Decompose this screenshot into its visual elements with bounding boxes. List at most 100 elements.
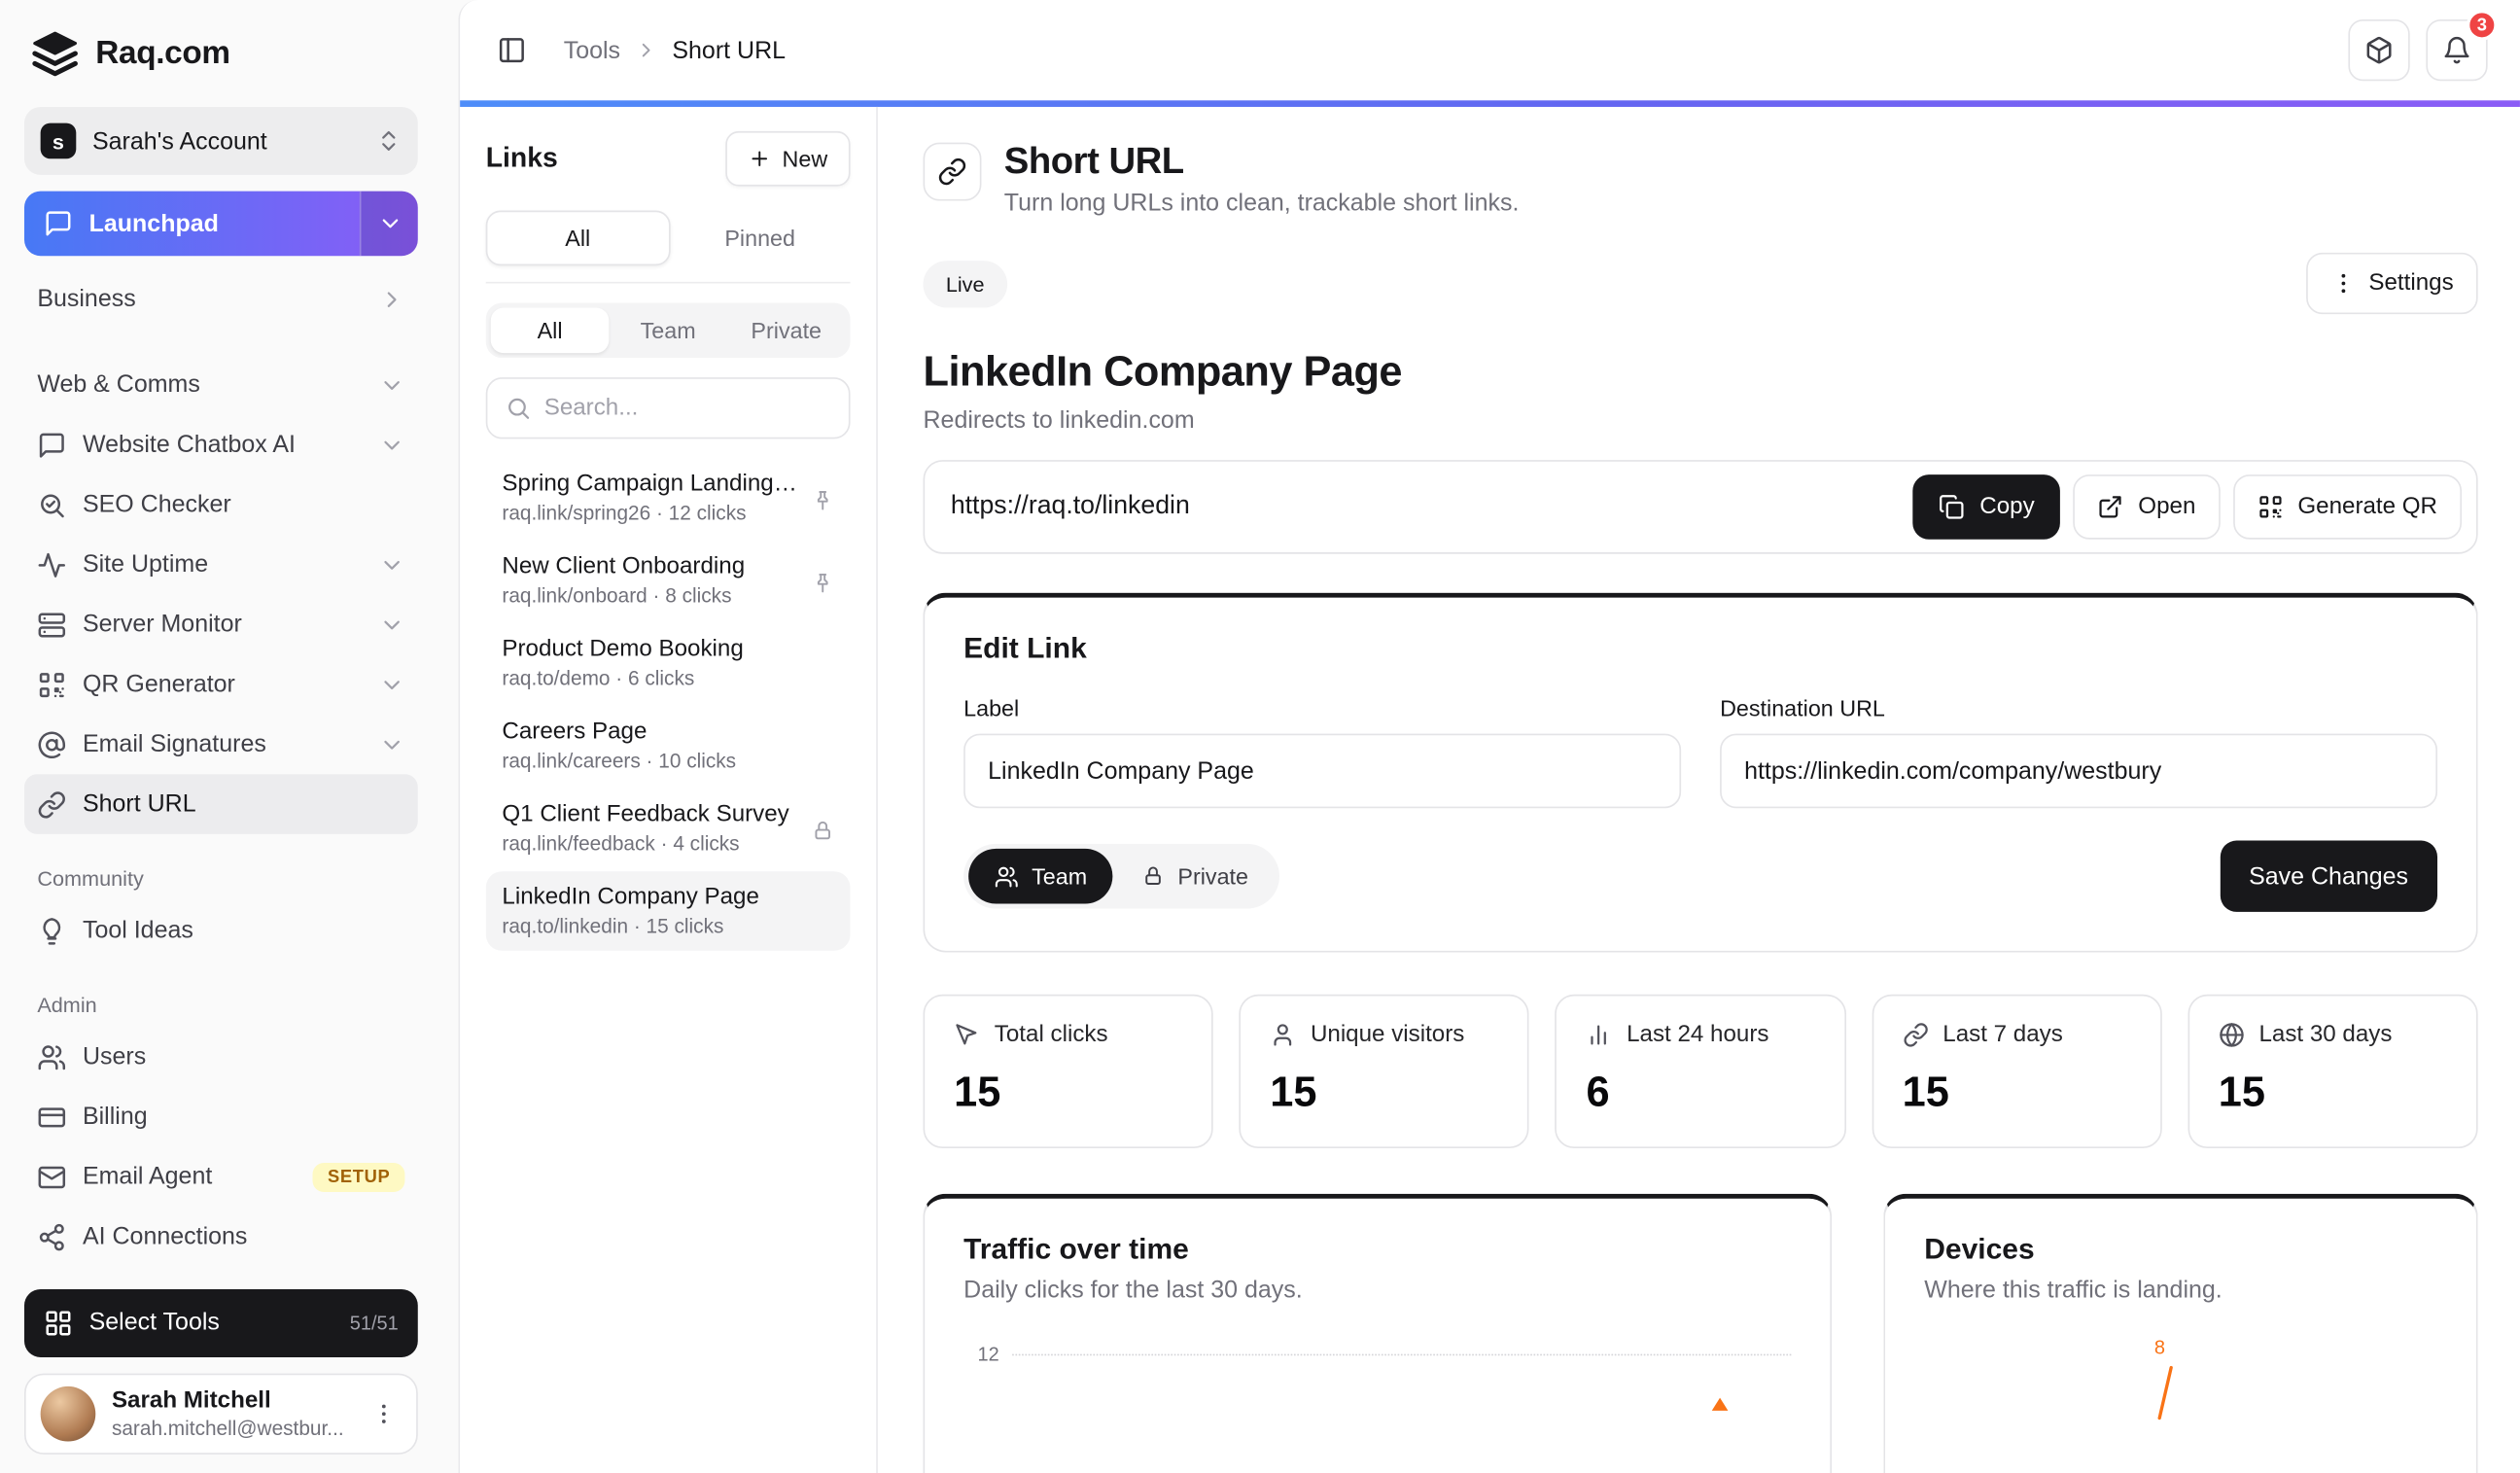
private-label: Private [1177, 863, 1248, 890]
link-meta: raq.to/demo · 6 clicks [502, 667, 833, 689]
links-header: Links New [486, 129, 851, 188]
edit-form-grid: Label Destination URL [963, 695, 2437, 809]
copy-button[interactable]: Copy [1913, 474, 2060, 540]
stat-card-unique-visitors: Unique visitors 15 [1240, 995, 1530, 1148]
select-tools-label: Select Tools [89, 1309, 220, 1336]
external-link-icon [2098, 494, 2124, 520]
visibility-toggle-group: Team Private [963, 844, 1279, 909]
tab-pinned[interactable]: Pinned [670, 211, 851, 266]
list-item[interactable]: New Client Onboarding raq.link/onboard ·… [486, 541, 851, 620]
user-menu-button[interactable] [365, 1393, 403, 1432]
sidebar-item-label: Tool Ideas [83, 917, 193, 944]
edit-link-card: Edit Link Label Destination URL [924, 593, 2478, 953]
copy-label: Copy [1979, 494, 2034, 520]
activity-icon [37, 550, 66, 579]
globe-icon [2219, 1022, 2245, 1048]
sidebar-item-website-chatbox-ai[interactable]: Website Chatbox AI [24, 414, 418, 474]
link-item-main: LinkedIn Company Page raq.to/linkedin · … [502, 885, 833, 938]
sidebar-item-server-monitor[interactable]: Server Monitor [24, 594, 418, 654]
sidebar-item-email-signatures[interactable]: Email Signatures [24, 715, 418, 775]
scope-tab-private[interactable]: Private [727, 308, 846, 354]
business-label: Business [37, 285, 135, 312]
new-link-label: New [783, 146, 828, 172]
stat-head: Last 30 days [2219, 1022, 2447, 1048]
link-title: Product Demo Booking [502, 637, 833, 663]
link-meta: raq.to/linkedin · 15 clicks [502, 915, 833, 937]
user-email: sarah.mitchell@westbur... [112, 1417, 344, 1439]
private-toggle[interactable]: Private [1116, 849, 1275, 904]
launchpad-expand-button[interactable] [360, 192, 418, 257]
list-item[interactable]: Careers Page raq.link/careers · 10 click… [486, 706, 851, 786]
sidebar-item-users[interactable]: Users [24, 1027, 418, 1087]
chevron-down-icon [379, 371, 405, 398]
scope-tab-all[interactable]: All [491, 308, 610, 354]
open-label: Open [2138, 494, 2195, 520]
team-toggle[interactable]: Team [968, 849, 1113, 904]
list-item[interactable]: Q1 Client Feedback Survey raq.link/feedb… [486, 789, 851, 868]
short-url-tool-icon [924, 143, 982, 201]
sidebar-item-billing[interactable]: Billing [24, 1087, 418, 1147]
tool-content: Short URL Turn long URLs into clean, tra… [878, 107, 2520, 1473]
launchpad-label: Launchpad [89, 210, 219, 237]
account-switcher[interactable]: s Sarah's Account [24, 107, 418, 175]
label-field-group: Label [963, 695, 1681, 809]
sidebar-item-qr-generator[interactable]: QR Generator [24, 654, 418, 715]
label-field-label: Label [963, 695, 1681, 721]
sidebar-item-ai-connections[interactable]: AI Connections [24, 1207, 418, 1267]
launchpad-main[interactable]: Launchpad [24, 192, 360, 257]
sidebar-item-label: QR Generator [83, 671, 235, 698]
sidebar-item-site-uptime[interactable]: Site Uptime [24, 535, 418, 595]
breadcrumb: Tools Short URL [564, 36, 786, 63]
generate-qr-button[interactable]: Generate QR [2233, 474, 2462, 540]
link-list: Spring Campaign Landing P... raq.link/sp… [486, 458, 851, 950]
sidebar-item-seo-checker[interactable]: SEO Checker [24, 474, 418, 535]
settings-label: Settings [2368, 270, 2453, 297]
stat-card-total-clicks: Total clicks 15 [924, 995, 1213, 1148]
stat-head: Last 7 days [1903, 1022, 2131, 1048]
label-input[interactable] [963, 734, 1681, 809]
grid-icon [44, 1308, 73, 1337]
section-title-community: Community [37, 866, 417, 891]
sidebar-item-tool-ideas[interactable]: Tool Ideas [24, 900, 418, 961]
stat-value: 15 [954, 1068, 1182, 1118]
settings-button[interactable]: Settings [2305, 253, 2477, 314]
user-card[interactable]: Sarah Mitchell sarah.mitchell@westbur... [24, 1373, 418, 1454]
tab-all[interactable]: All [486, 211, 670, 266]
sidebar-item-label: Email Signatures [83, 730, 266, 757]
stat-label: Last 24 hours [1627, 1022, 1768, 1048]
launchpad-icon [44, 209, 73, 238]
qr-code-icon [37, 670, 66, 699]
stat-value: 15 [2219, 1068, 2447, 1118]
search-input[interactable] [544, 395, 831, 421]
stat-label: Unique visitors [1311, 1022, 1464, 1048]
charts-row: Traffic over time Daily clicks for the l… [924, 1194, 2478, 1473]
new-link-button[interactable]: New [725, 131, 850, 187]
list-item-selected[interactable]: LinkedIn Company Page raq.to/linkedin · … [486, 871, 851, 951]
edit-form-bottom: Team Private Save Changes [963, 841, 2437, 912]
stat-card-last-7-days: Last 7 days 15 [1872, 995, 2162, 1148]
launchpad-button[interactable]: Launchpad [24, 192, 418, 257]
sidebar-toggle-button[interactable] [482, 21, 541, 80]
page-title: Short URL [1004, 139, 1520, 183]
sidebar-item-label: Users [83, 1043, 146, 1070]
pin-icon [812, 571, 834, 593]
list-item[interactable]: Product Demo Booking raq.to/demo · 6 cli… [486, 623, 851, 703]
y-axis-tick: 12 [963, 1343, 999, 1365]
sidebar-item-email-agent[interactable]: Email Agent SETUP [24, 1146, 418, 1207]
destination-input[interactable] [1720, 734, 2437, 809]
save-changes-button[interactable]: Save Changes [2220, 841, 2437, 912]
package-button[interactable] [2348, 19, 2409, 81]
list-item[interactable]: Spring Campaign Landing P... raq.link/sp… [486, 458, 851, 538]
redirect-note: Redirects to linkedin.com [924, 406, 2478, 434]
kebab-icon [2329, 270, 2356, 297]
destination-field-group: Destination URL [1720, 695, 2437, 809]
scope-tab-team[interactable]: Team [609, 308, 727, 354]
open-button[interactable]: Open [2074, 474, 2221, 540]
link-icon [37, 789, 66, 819]
section-toggle-web-comms[interactable]: Web & Comms [24, 355, 418, 415]
breadcrumb-tools[interactable]: Tools [564, 36, 620, 63]
sidebar-item-business[interactable]: Business [24, 269, 418, 330]
content-row: Links New All Pinned All Team Private [460, 107, 2520, 1473]
sidebar-item-short-url[interactable]: Short URL [24, 774, 418, 834]
select-tools-button[interactable]: Select Tools 51/51 [24, 1288, 418, 1356]
